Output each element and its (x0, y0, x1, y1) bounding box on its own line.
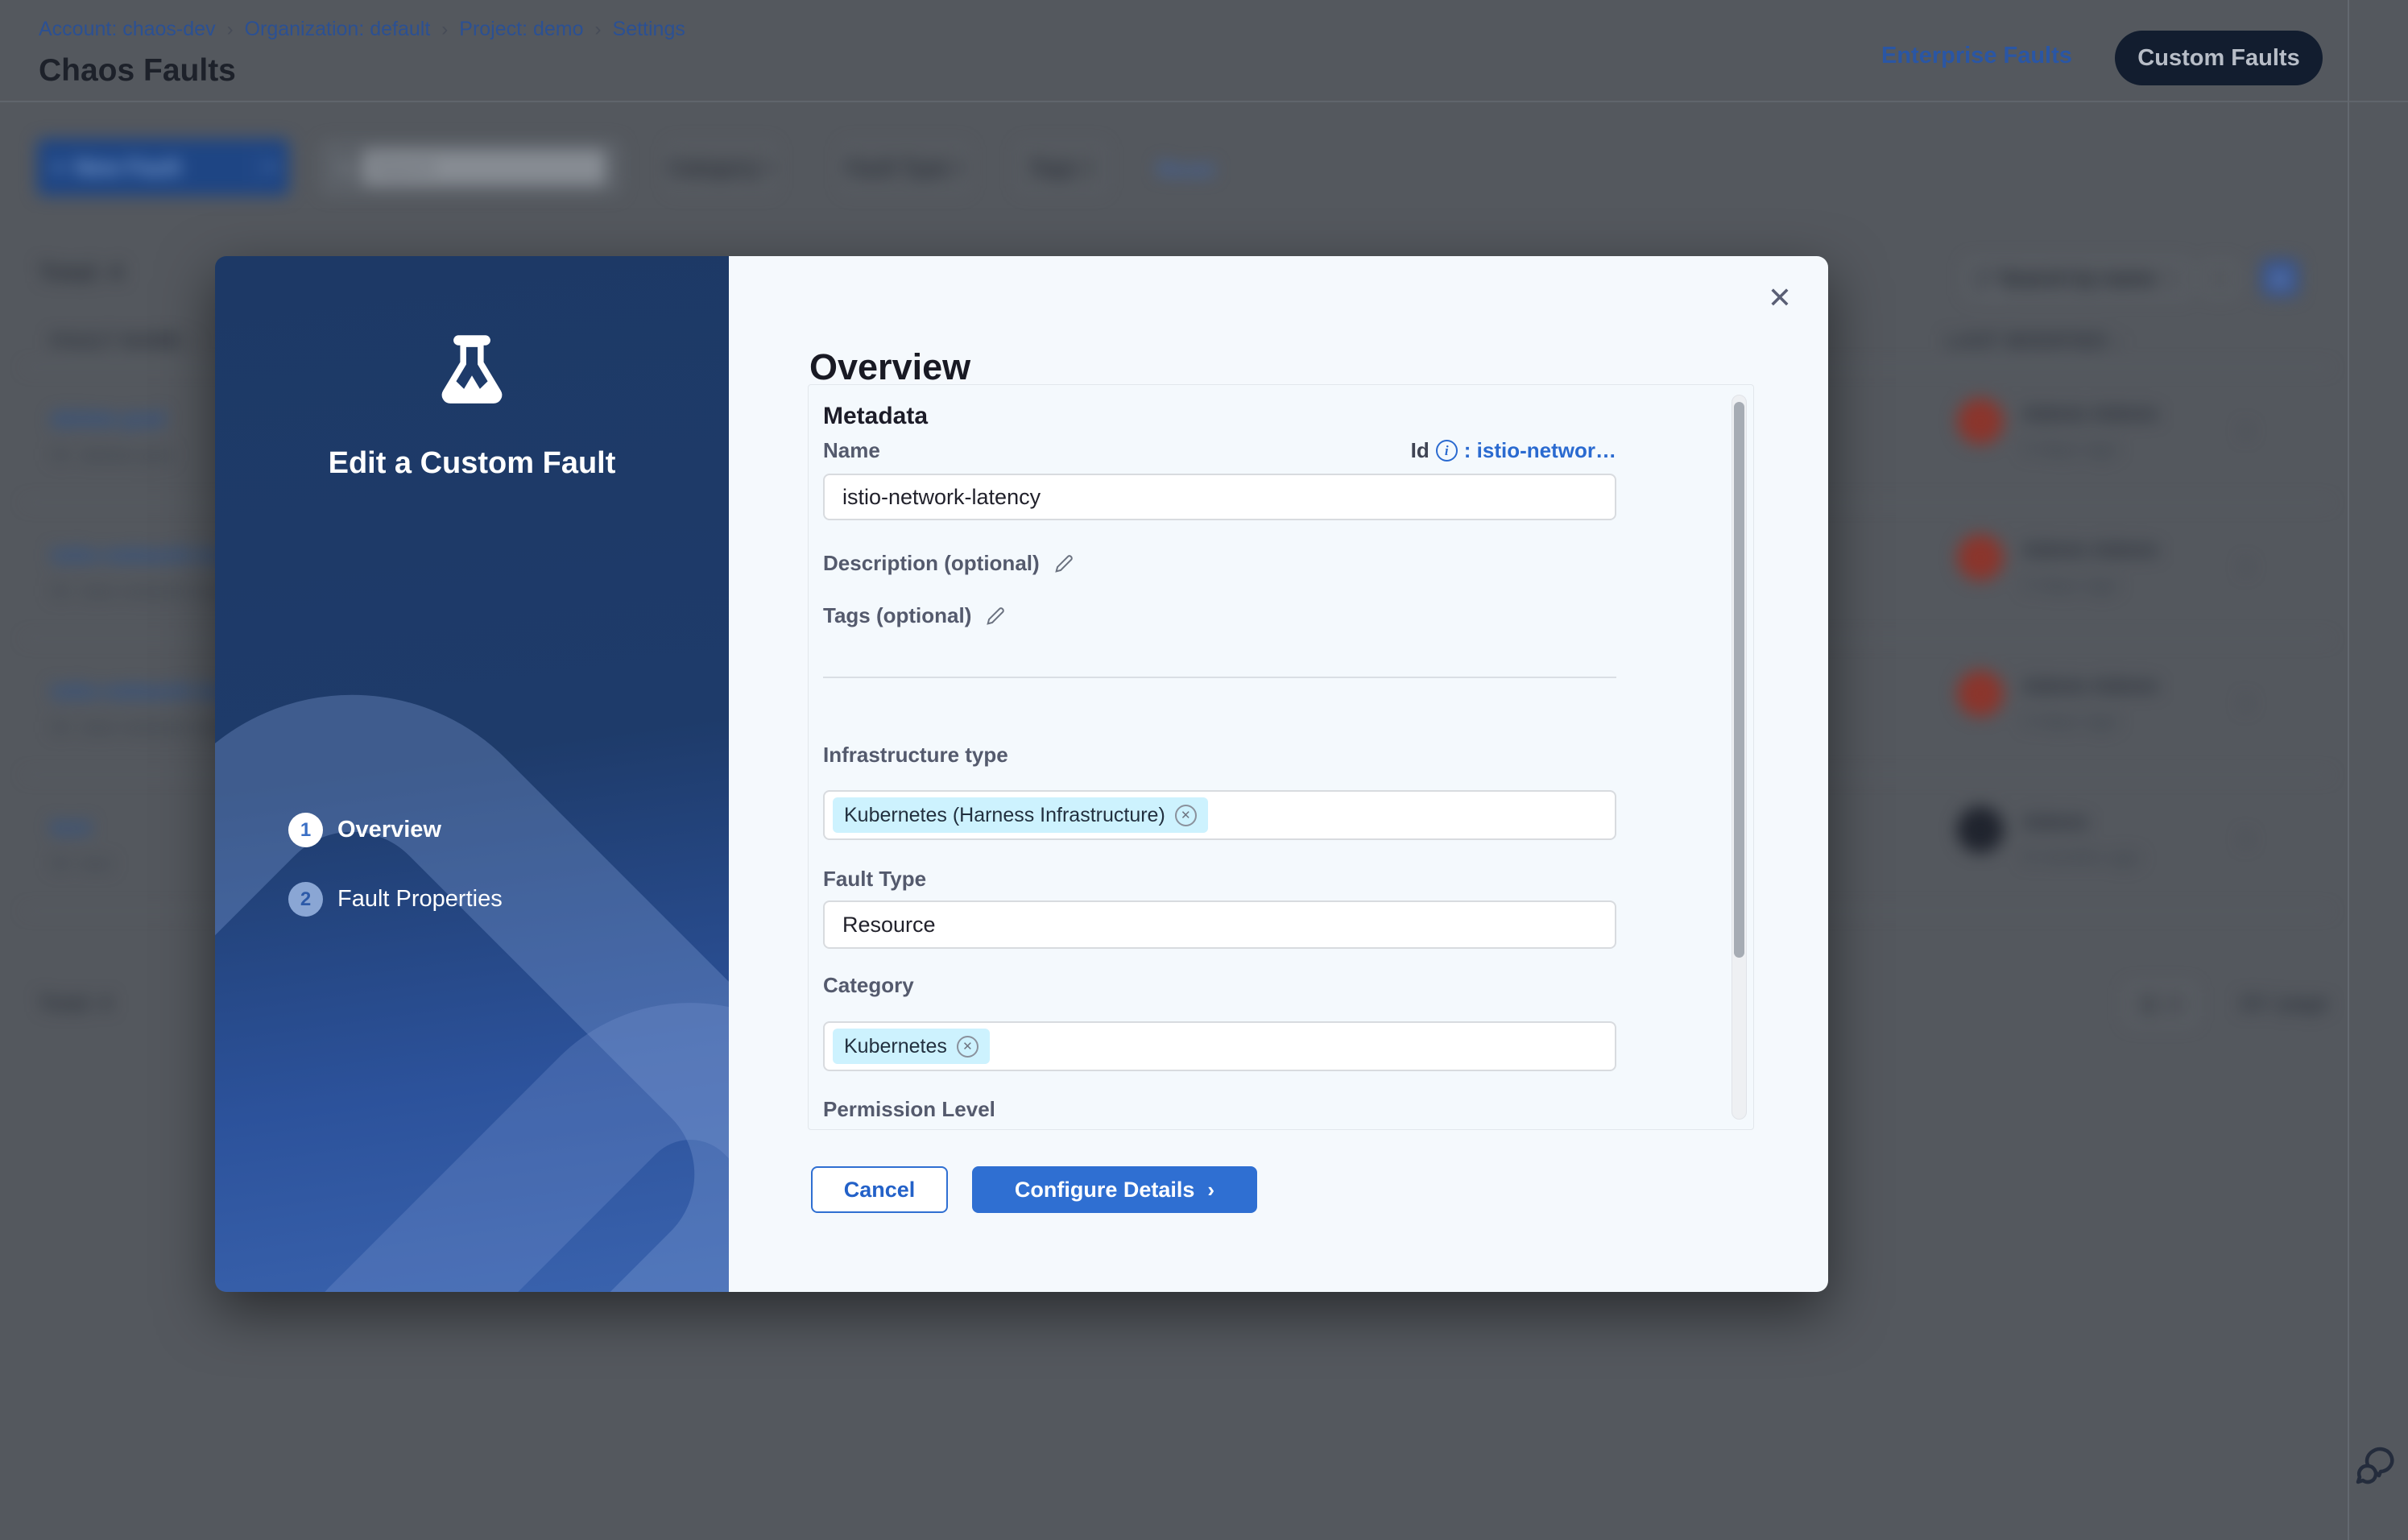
row-chevron-icon[interactable]: › (2240, 545, 2252, 584)
edit-pencil-icon[interactable] (1053, 553, 1075, 575)
sort-asc-icon: ↑ (188, 330, 199, 352)
chevron-down-icon: ▾ (767, 158, 775, 178)
modified-by-text: Admin Admin (2023, 537, 2158, 562)
list-search-box[interactable]: Search by name (1965, 259, 2189, 298)
search-icon (337, 159, 353, 176)
description-row: Description (optional) (823, 551, 1075, 576)
chip-remove-icon[interactable]: ✕ (1175, 805, 1197, 826)
total-count-label: Total: 4 (39, 259, 122, 287)
list-settings-button[interactable] (2203, 261, 2236, 296)
row-chevron-icon[interactable]: › (2240, 409, 2252, 448)
edit-pencil-icon[interactable] (984, 605, 1007, 627)
fault-name-link[interactable]: test (51, 814, 91, 840)
category-label: Category (823, 973, 914, 998)
modified-by-text: Admin (2023, 809, 2088, 834)
grid-icon: ▦ (2271, 267, 2290, 290)
fault-type-label: Fault Type (823, 867, 926, 892)
avatar (1957, 670, 2004, 717)
filter-category[interactable]: Category ▾ (668, 143, 775, 192)
filter-tags[interactable]: Tags ▾ (1018, 143, 1105, 192)
fault-id-text: ID: istio-network-loss (51, 581, 230, 603)
infrastructure-chip: Kubernetes (Harness Infrastructure) ✕ (833, 797, 1208, 833)
section-divider (823, 677, 1616, 678)
infrastructure-type-input[interactable]: Kubernetes (Harness Infrastructure) ✕ (823, 790, 1616, 840)
metadata-heading: Metadata (823, 403, 928, 430)
new-fault-button[interactable]: + New Fault ▾ (37, 139, 289, 196)
chevron-down-icon: ▾ (957, 158, 965, 178)
step-number-badge: 2 (288, 882, 323, 917)
name-input[interactable] (823, 474, 1616, 520)
wizard-step-overview[interactable]: 1 Overview (288, 813, 441, 847)
reset-filters-link[interactable]: Reset (1157, 157, 1214, 182)
overview-heading: Overview (809, 346, 970, 388)
wizard-title: Edit a Custom Fault (215, 446, 729, 481)
cancel-button[interactable]: Cancel (811, 1166, 948, 1213)
modified-at-text: 8 months ago (2023, 847, 2140, 869)
wizard-panel: Edit a Custom Fault 1 Overview 2 Fault P… (215, 256, 729, 1292)
fault-id-row: Id i : istio-networ… (823, 438, 1616, 463)
help-chat-button[interactable] (2355, 1445, 2400, 1490)
fault-search-box[interactable]: Search (322, 142, 620, 193)
permission-level-label: Permission Level (823, 1097, 995, 1122)
row-chevron-icon[interactable]: › (2240, 818, 2252, 856)
step-label: Overview (337, 817, 441, 843)
tags-row: Tags (optional) (823, 603, 1007, 628)
grid-view-button[interactable]: ▦ (2261, 259, 2298, 296)
search-icon (1976, 271, 1992, 287)
step-label: Fault Properties (337, 886, 503, 913)
row-chevron-icon[interactable]: › (2240, 681, 2252, 720)
chevron-down-icon: ▾ (2170, 995, 2178, 1015)
chip-remove-icon[interactable]: ✕ (957, 1036, 979, 1058)
scrollbar-thumb[interactable] (1734, 402, 1744, 958)
edit-custom-fault-modal: Edit a Custom Fault 1 Overview 2 Fault P… (215, 256, 1828, 1292)
modified-at-text: 5 days ago (2023, 574, 2117, 597)
fault-id-text: ID: test (51, 853, 112, 876)
modified-by-text: Admin Admin (2023, 673, 2158, 698)
overview-form: Metadata Name Id i : istio-networ… Descr… (808, 384, 1754, 1130)
chevron-down-icon: ▾ (267, 157, 275, 177)
page-select[interactable]: 1 ▾ (2126, 984, 2195, 1025)
pagination-total: Total: 4 (39, 991, 112, 1016)
sort-desc-icon: ↓ (2113, 330, 2124, 352)
configure-details-button[interactable]: Configure Details › (972, 1166, 1257, 1213)
fault-name-link[interactable]: delete-pod (51, 406, 165, 432)
modified-by-text: Admin Admin (2023, 401, 2158, 426)
info-icon[interactable]: i (1436, 440, 1458, 462)
modified-at-text: 5 days ago (2023, 710, 2117, 733)
avatar (1957, 806, 2004, 853)
infrastructure-type-label: Infrastructure type (823, 743, 1008, 768)
fault-id-text: ID: delete-pod (51, 445, 172, 467)
modal-content: ✕ Overview Metadata Name Id i : istio-ne… (729, 256, 1828, 1292)
id-label: Id (1411, 438, 1429, 463)
chevron-right-icon: › (1207, 1178, 1214, 1203)
modified-at-text: 5 days ago (2023, 438, 2117, 461)
description-label: Description (optional) (823, 551, 1040, 576)
column-header-fault-name[interactable]: FAULT NAME ↑ (51, 330, 199, 353)
step-number-badge: 1 (288, 813, 323, 847)
flask-icon (432, 330, 512, 411)
tags-label: Tags (optional) (823, 603, 971, 628)
form-scrollbar[interactable] (1732, 395, 1747, 1120)
category-chip: Kubernetes ✕ (833, 1029, 990, 1064)
filter-fault-type[interactable]: Fault Type ▾ (842, 143, 968, 192)
avatar (1957, 398, 2004, 445)
column-header-last-modified[interactable]: LAST MODIFIED ↓ (1947, 330, 2124, 353)
plus-icon: + (52, 155, 64, 180)
category-input[interactable]: Kubernetes ✕ (823, 1021, 1616, 1071)
fault-type-input[interactable] (823, 900, 1616, 949)
chevron-down-icon: ▾ (1085, 158, 1093, 178)
right-panel-divider (2348, 0, 2349, 1540)
close-icon[interactable]: ✕ (1762, 280, 1798, 316)
button-divider (255, 151, 257, 184)
avatar (1957, 534, 2004, 581)
fault-id-link[interactable]: : istio-networ… (1464, 438, 1616, 463)
chat-bubbles-icon (2355, 1445, 2400, 1490)
per-page-label[interactable]: 10 / page (2239, 991, 2328, 1016)
wizard-step-fault-properties[interactable]: 2 Fault Properties (288, 882, 503, 917)
search-input[interactable]: Search (362, 150, 606, 185)
